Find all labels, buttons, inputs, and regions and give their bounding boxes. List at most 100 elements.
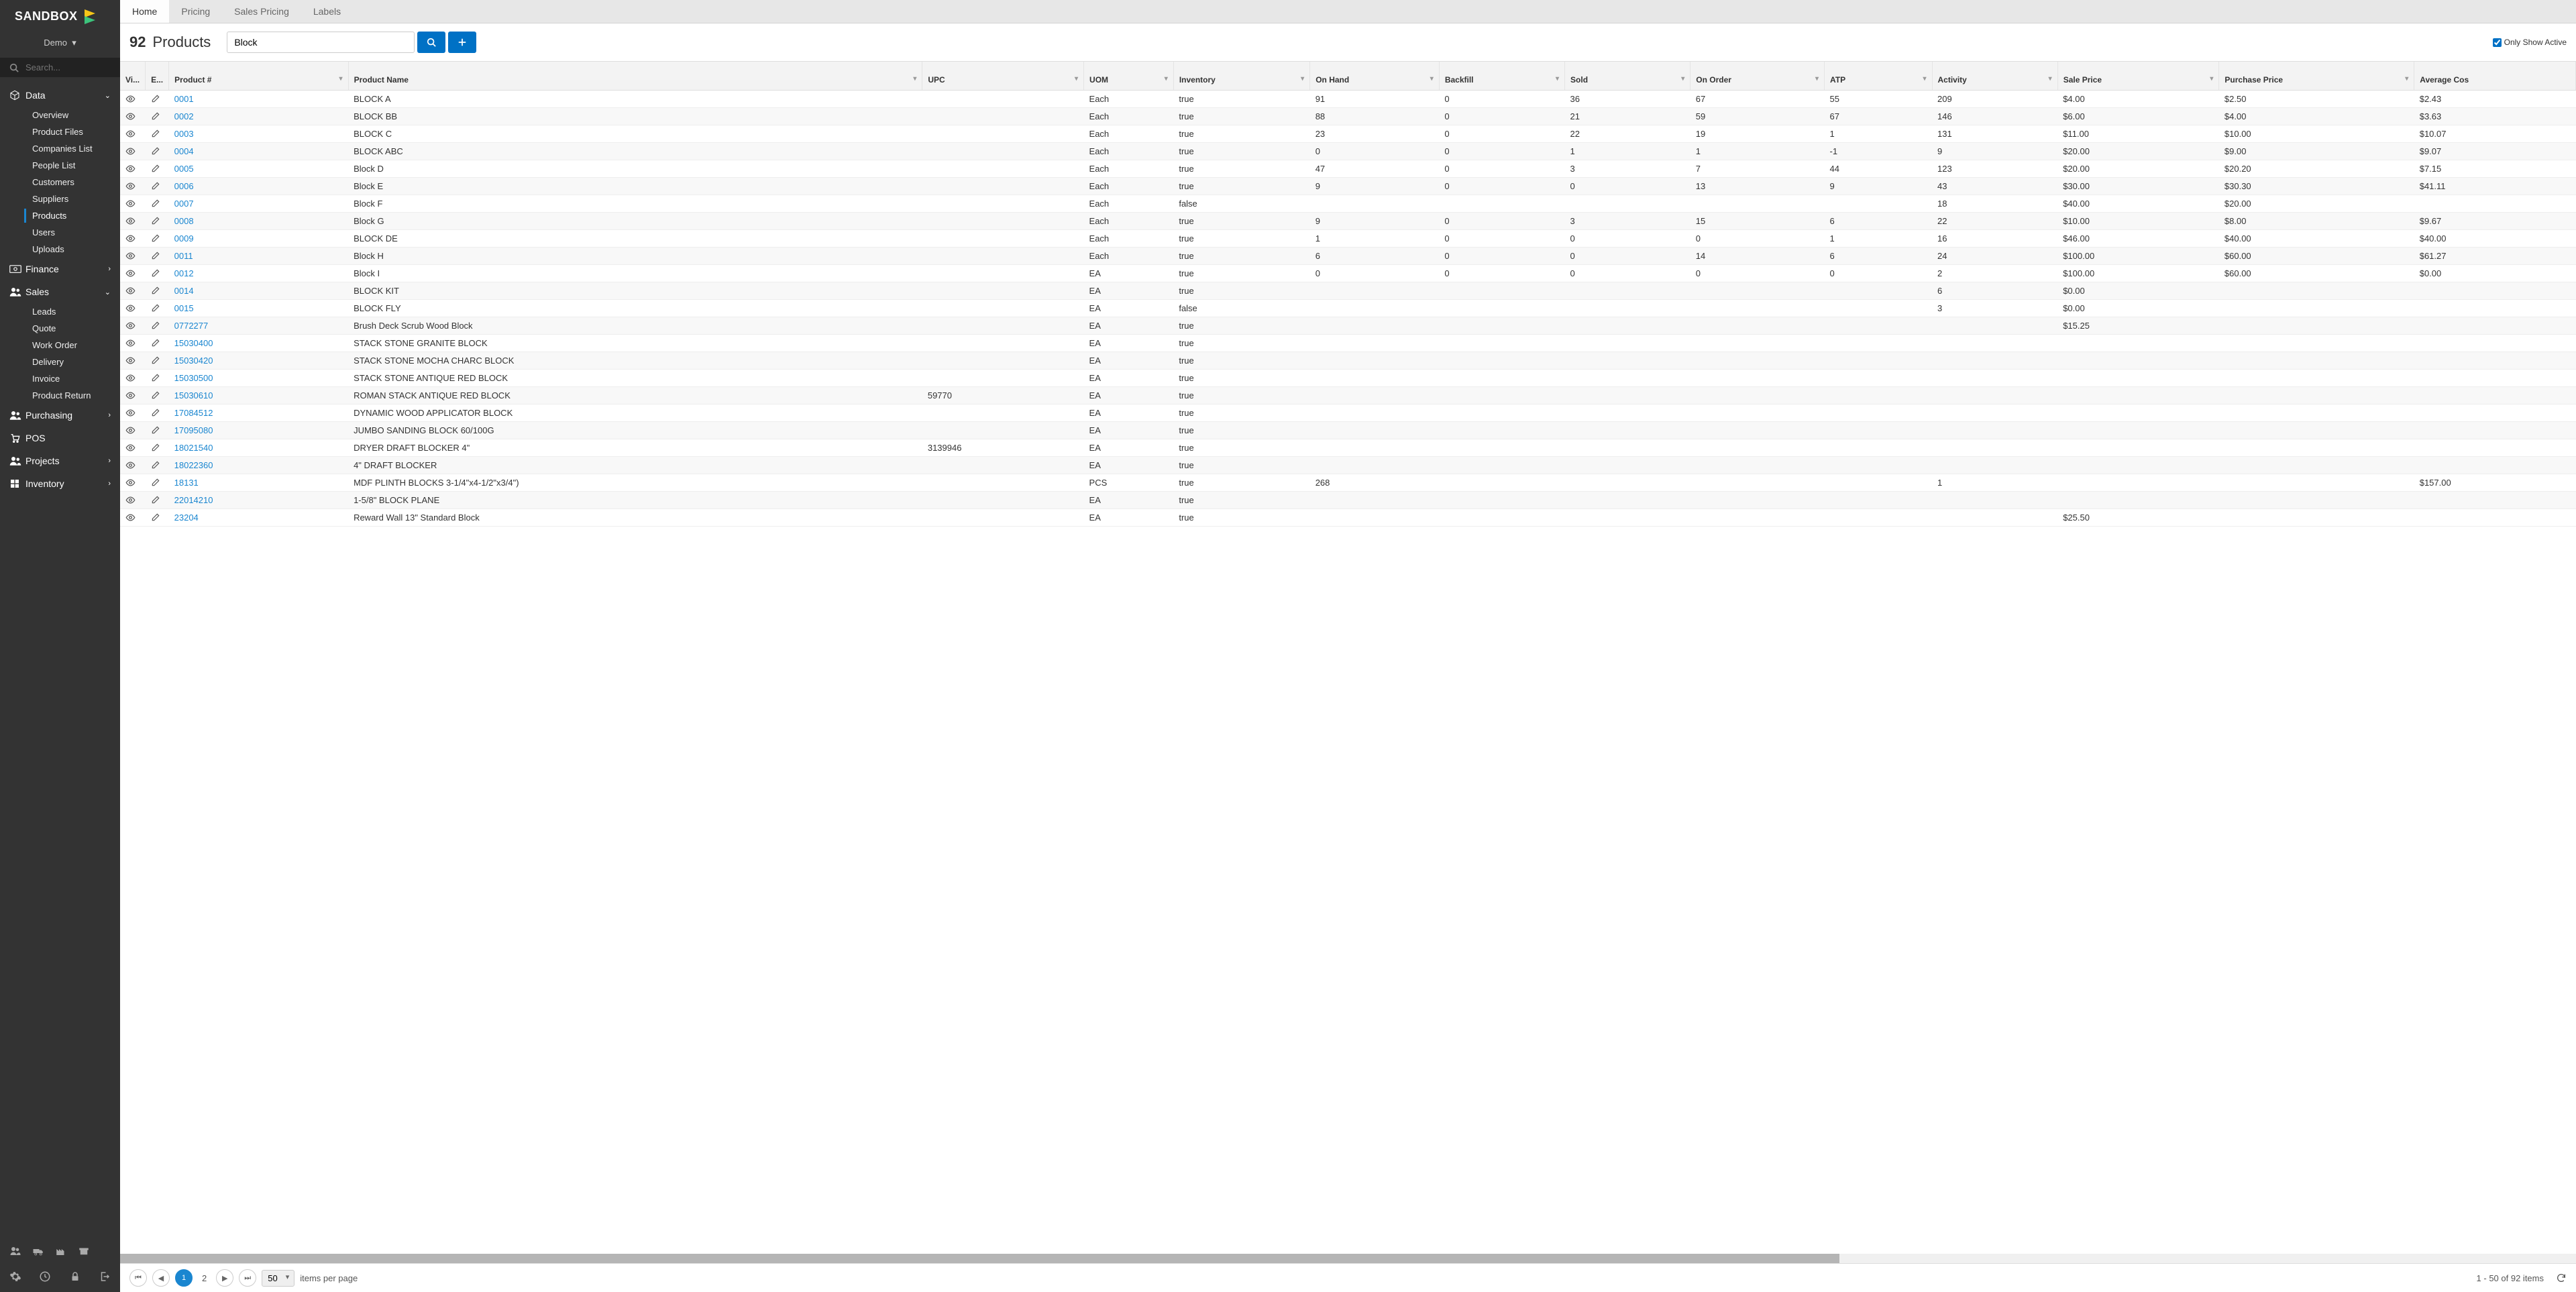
filter-icon[interactable]: ▾ — [1075, 75, 1078, 83]
edit-icon[interactable] — [151, 286, 164, 295]
column-atp[interactable]: ▾ATP — [1825, 62, 1932, 90]
clock-icon[interactable] — [39, 1271, 51, 1283]
nav-item-companies-list[interactable]: Companies List — [0, 140, 120, 157]
nav-group-data[interactable]: Data⌄ — [0, 84, 120, 107]
logout-icon[interactable] — [99, 1271, 111, 1283]
view-icon[interactable] — [125, 94, 140, 104]
edit-icon[interactable] — [151, 356, 164, 365]
product-link[interactable]: 0007 — [174, 199, 194, 209]
edit-icon[interactable] — [151, 390, 164, 400]
column-purchase_price[interactable]: ▾Purchase Price — [2219, 62, 2414, 90]
refresh-icon[interactable] — [2556, 1273, 2567, 1283]
nav-group-pos[interactable]: POS — [0, 427, 120, 449]
product-link[interactable]: 0014 — [174, 286, 194, 296]
product-link[interactable]: 0006 — [174, 181, 194, 191]
filter-icon[interactable]: ▾ — [2210, 75, 2213, 83]
column-edit[interactable]: E... — [146, 62, 169, 90]
add-product-button[interactable] — [448, 32, 476, 53]
edit-icon[interactable] — [151, 408, 164, 417]
edit-icon[interactable] — [151, 338, 164, 347]
product-link[interactable]: 15030500 — [174, 373, 213, 383]
edit-icon[interactable] — [151, 199, 164, 208]
filter-icon[interactable]: ▾ — [913, 75, 916, 83]
nav-item-product-files[interactable]: Product Files — [0, 123, 120, 140]
nav-item-suppliers[interactable]: Suppliers — [0, 191, 120, 207]
filter-icon[interactable]: ▾ — [2405, 75, 2408, 83]
view-icon[interactable] — [125, 513, 140, 523]
column-upc[interactable]: ▾UPC — [922, 62, 1084, 90]
pager-last-button[interactable]: ⏭ — [239, 1269, 256, 1287]
column-product_no[interactable]: ▾Product # — [169, 62, 348, 90]
edit-icon[interactable] — [151, 425, 164, 435]
product-link[interactable]: 0011 — [174, 251, 193, 261]
products-table-scroll[interactable]: Vi...E...▾Product #▾Product Name▾UPC▾UOM… — [120, 62, 2576, 1254]
view-icon[interactable] — [125, 303, 140, 313]
edit-icon[interactable] — [151, 111, 164, 121]
edit-icon[interactable] — [151, 164, 164, 173]
product-link[interactable]: 23204 — [174, 513, 199, 523]
tab-pricing[interactable]: Pricing — [169, 0, 222, 23]
nav-item-work-order[interactable]: Work Order — [0, 337, 120, 354]
only-show-active-toggle[interactable]: Only Show Active — [2493, 38, 2567, 47]
edit-icon[interactable] — [151, 478, 164, 487]
product-link[interactable]: 15030400 — [174, 338, 213, 348]
column-avg_cost[interactable]: Average Cos — [2414, 62, 2576, 90]
view-icon[interactable] — [125, 495, 140, 505]
product-link[interactable]: 15030610 — [174, 390, 213, 400]
product-link[interactable]: 0008 — [174, 216, 194, 226]
tab-labels[interactable]: Labels — [301, 0, 353, 23]
product-link[interactable]: 18021540 — [174, 443, 213, 453]
view-icon[interactable] — [125, 373, 140, 383]
nav-group-inventory[interactable]: Inventory› — [0, 472, 120, 495]
column-view[interactable]: Vi... — [120, 62, 146, 90]
nav-group-purchasing[interactable]: Purchasing› — [0, 404, 120, 427]
nav-item-overview[interactable]: Overview — [0, 107, 120, 123]
view-icon[interactable] — [125, 164, 140, 174]
edit-icon[interactable] — [151, 443, 164, 452]
product-link[interactable]: 0009 — [174, 233, 194, 244]
column-inventory[interactable]: ▾Inventory — [1173, 62, 1309, 90]
edit-icon[interactable] — [151, 146, 164, 156]
edit-icon[interactable] — [151, 373, 164, 382]
product-link[interactable]: 18022360 — [174, 460, 213, 470]
product-link[interactable]: 18131 — [174, 478, 199, 488]
page-size-select[interactable]: 50 — [262, 1270, 294, 1287]
tab-sales-pricing[interactable]: Sales Pricing — [222, 0, 301, 23]
nav-item-products[interactable]: Products — [0, 207, 120, 224]
view-icon[interactable] — [125, 460, 140, 470]
product-link[interactable]: 0004 — [174, 146, 194, 156]
filter-icon[interactable]: ▾ — [1815, 75, 1819, 83]
view-icon[interactable] — [125, 111, 140, 121]
view-icon[interactable] — [125, 251, 140, 261]
column-sold[interactable]: ▾Sold — [1565, 62, 1690, 90]
nav-item-invoice[interactable]: Invoice — [0, 370, 120, 387]
nav-group-finance[interactable]: Finance› — [0, 258, 120, 280]
column-on_hand[interactable]: ▾On Hand — [1310, 62, 1440, 90]
edit-icon[interactable] — [151, 321, 164, 330]
edit-icon[interactable] — [151, 268, 164, 278]
view-icon[interactable] — [125, 233, 140, 244]
filter-icon[interactable]: ▾ — [1556, 75, 1559, 83]
edit-icon[interactable] — [151, 303, 164, 313]
edit-icon[interactable] — [151, 460, 164, 470]
product-link[interactable]: 17095080 — [174, 425, 213, 435]
sidebar-search[interactable] — [0, 58, 120, 77]
edit-icon[interactable] — [151, 216, 164, 225]
column-uom[interactable]: ▾UOM — [1084, 62, 1174, 90]
edit-icon[interactable] — [151, 513, 164, 522]
product-link[interactable]: 17084512 — [174, 408, 213, 418]
edit-icon[interactable] — [151, 129, 164, 138]
filter-icon[interactable]: ▾ — [1430, 75, 1434, 83]
view-icon[interactable] — [125, 268, 140, 278]
view-icon[interactable] — [125, 146, 140, 156]
view-icon[interactable] — [125, 286, 140, 296]
view-icon[interactable] — [125, 425, 140, 435]
product-link[interactable]: 0002 — [174, 111, 194, 121]
edit-icon[interactable] — [151, 233, 164, 243]
truck-icon[interactable] — [32, 1245, 44, 1257]
gear-icon[interactable] — [9, 1271, 21, 1283]
only-show-active-checkbox[interactable] — [2493, 38, 2502, 47]
filter-icon[interactable]: ▾ — [1165, 75, 1168, 83]
filter-icon[interactable]: ▾ — [339, 75, 343, 83]
product-link[interactable]: 0772277 — [174, 321, 209, 331]
